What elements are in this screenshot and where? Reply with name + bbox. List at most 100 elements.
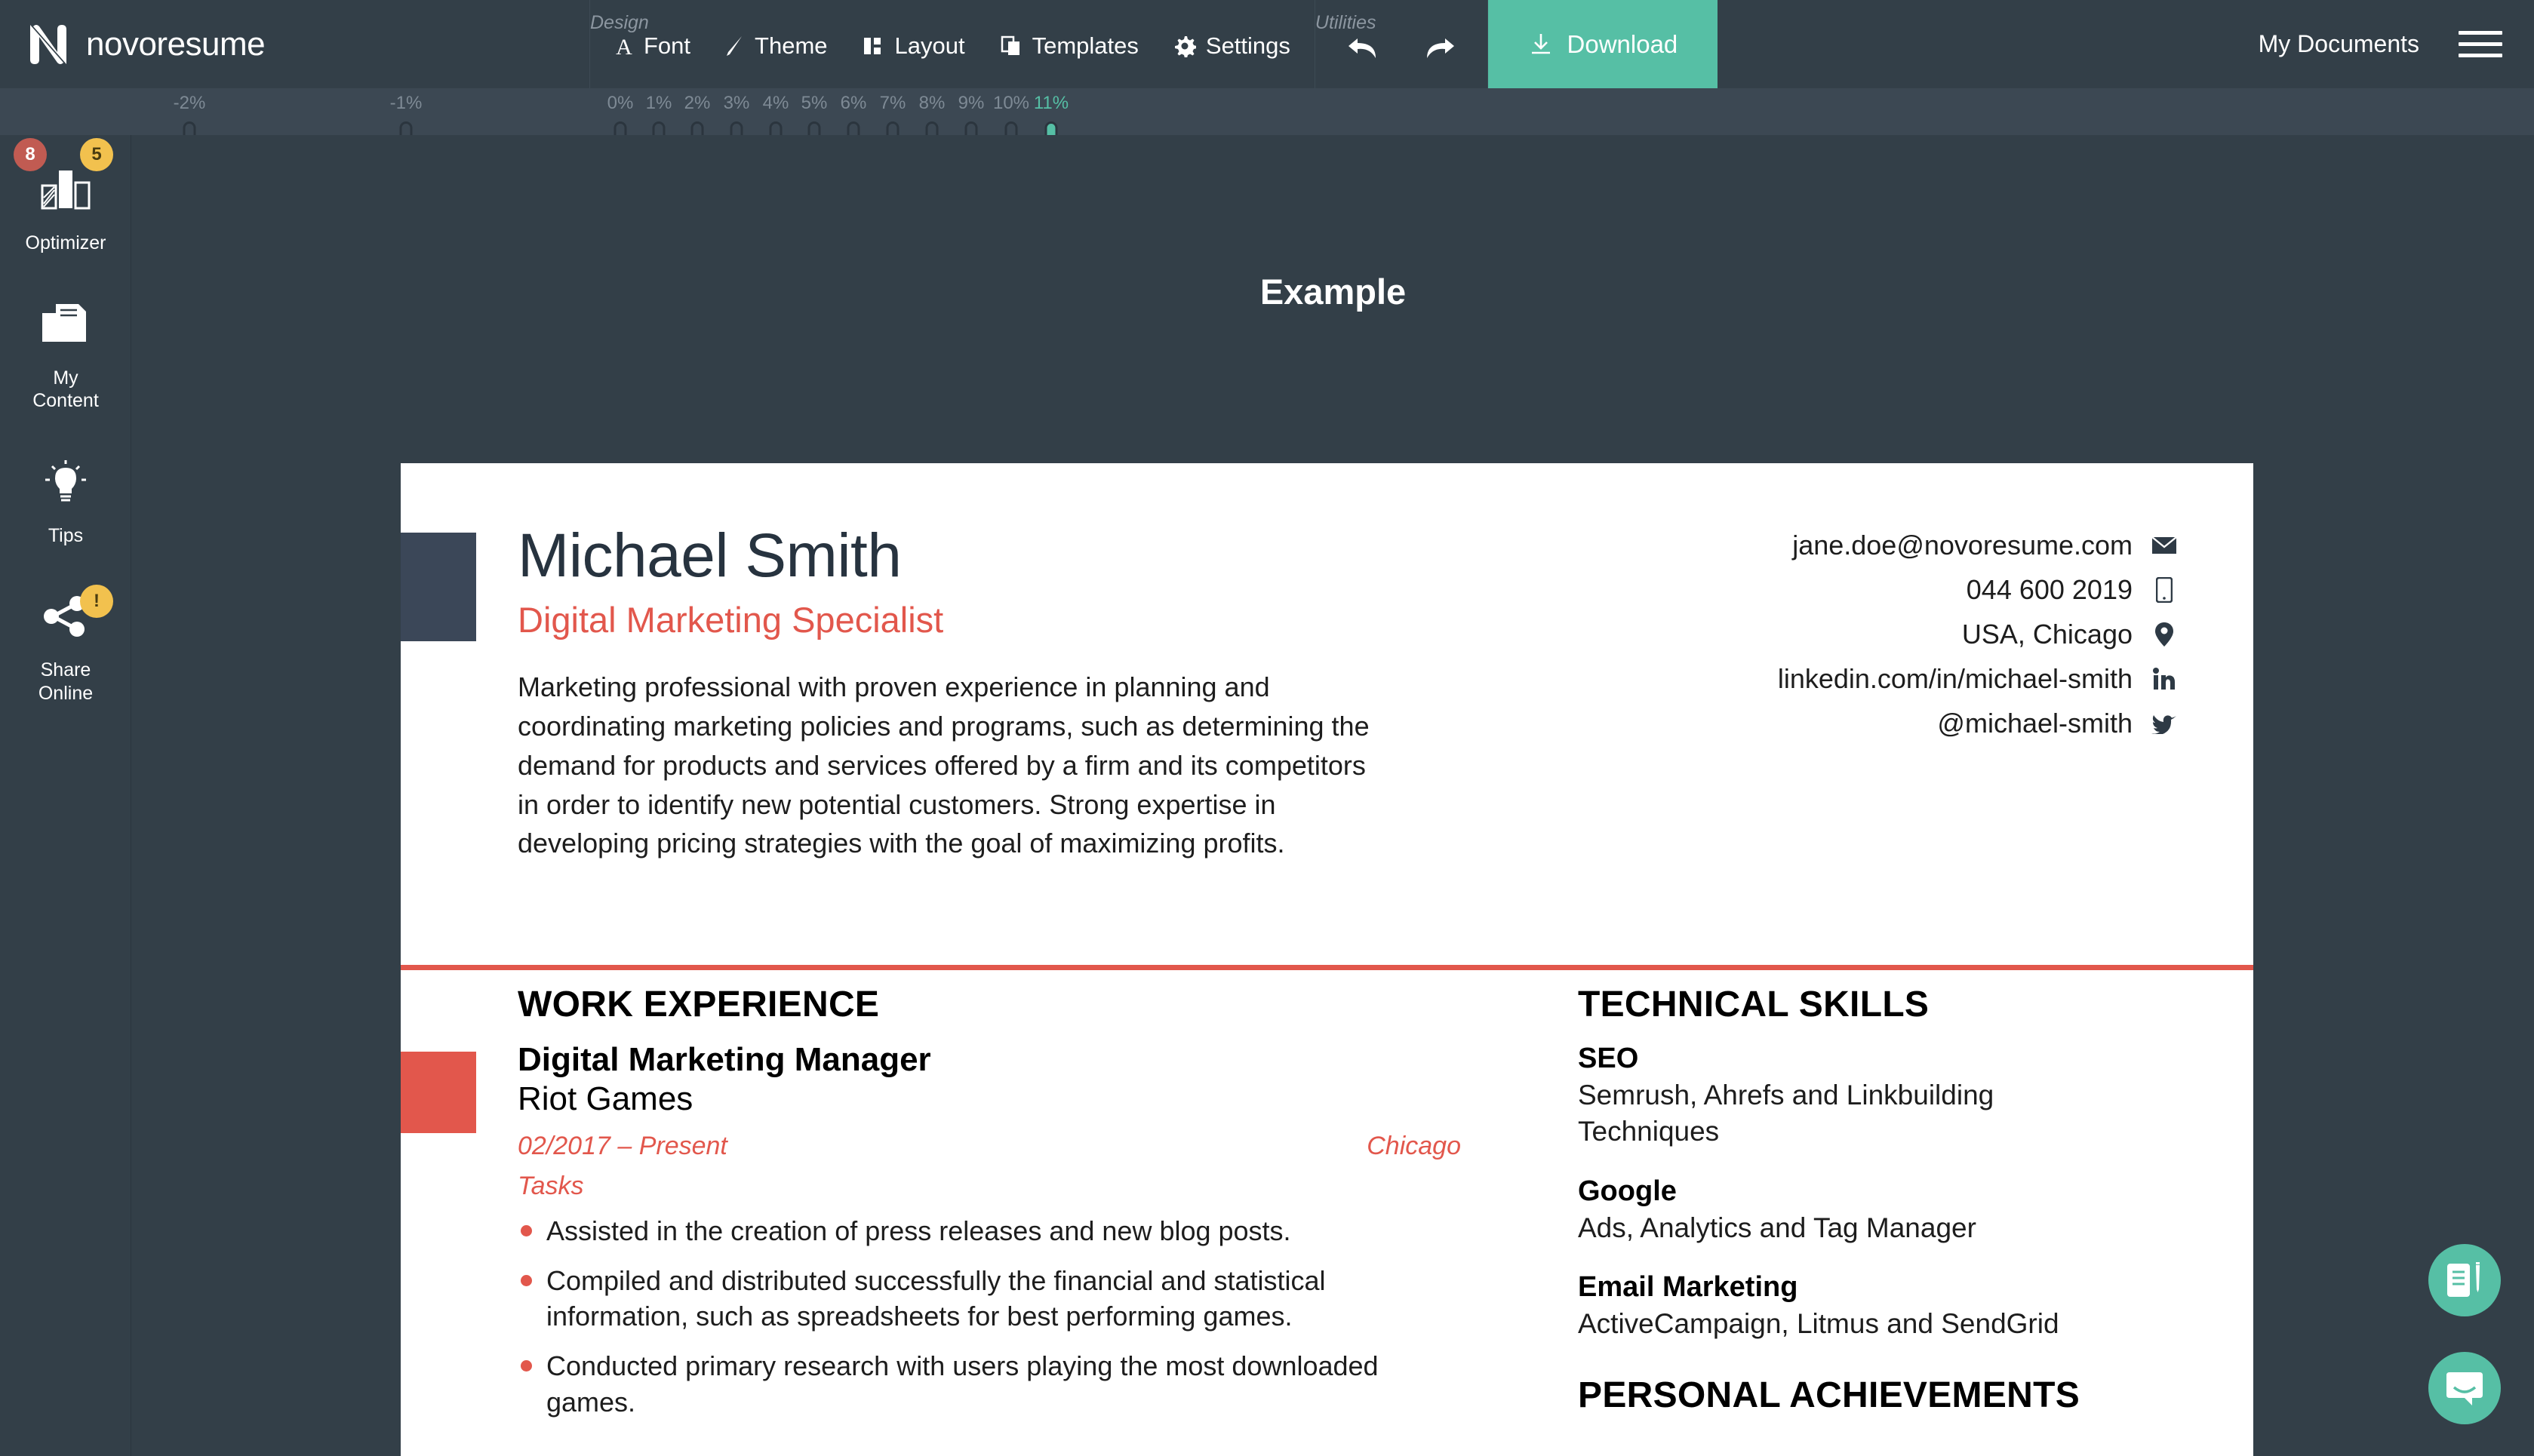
gear-icon bbox=[1174, 36, 1196, 57]
utilities-group-label: Utilities bbox=[1315, 12, 1376, 33]
resume-job-title[interactable]: Digital Marketing Specialist bbox=[518, 599, 1461, 640]
ruler-tick-label: 1% bbox=[645, 93, 672, 113]
contact-row-location[interactable]: USA, Chicago bbox=[1778, 619, 2178, 650]
resume-name[interactable]: Michael Smith bbox=[518, 523, 1461, 588]
edit-document-fab[interactable] bbox=[2428, 1244, 2501, 1316]
skill-name: Google bbox=[1578, 1175, 1677, 1207]
menu-item-font[interactable]: A Font bbox=[614, 32, 690, 60]
templates-stack-icon bbox=[1001, 35, 1019, 55]
design-group-label: Design bbox=[590, 12, 649, 33]
sidebar-item-my-content-label: My Content bbox=[32, 367, 99, 412]
brand-logo-area[interactable]: novoresume bbox=[0, 0, 590, 88]
folder-document-icon bbox=[39, 290, 92, 359]
job-location[interactable]: Chicago bbox=[1367, 1132, 1461, 1161]
contact-row-email[interactable]: jane.doe@novoresume.com bbox=[1778, 530, 2178, 561]
list-item[interactable]: Compiled and distributed successfully th… bbox=[518, 1263, 1461, 1335]
menu-item-templates-label: Templates bbox=[1032, 32, 1139, 59]
skill-description: Ads, Analytics and Tag Manager bbox=[1578, 1212, 1976, 1243]
sidebar-item-optimizer[interactable]: 8 5 Optimizer bbox=[0, 138, 131, 255]
skill-group-google[interactable]: Google Ads, Analytics and Tag Manager bbox=[1578, 1173, 2253, 1246]
twitter-bird-icon bbox=[2151, 713, 2178, 734]
brush-icon bbox=[727, 36, 743, 56]
ruler-tick-label: 10% bbox=[992, 93, 1030, 113]
contact-row-linkedin[interactable]: linkedin.com/in/michael-smith bbox=[1778, 663, 2178, 695]
header-accent-block bbox=[401, 533, 476, 641]
job-position[interactable]: Digital Marketing Manager bbox=[518, 1040, 1578, 1080]
menu-item-templates[interactable]: Templates bbox=[1000, 32, 1139, 60]
download-button[interactable]: Download bbox=[1487, 0, 1718, 88]
resume-body: WORK EXPERIENCE Digital Marketing Manage… bbox=[401, 984, 2253, 1434]
ruler-tick-label: 4% bbox=[762, 93, 789, 113]
ruler-tick-label: 11% bbox=[1033, 93, 1069, 113]
ruler-tick-label: 9% bbox=[958, 93, 985, 113]
redo-arrow-icon[interactable] bbox=[1424, 35, 1456, 61]
chat-bubble-icon bbox=[2446, 1372, 2483, 1405]
job-bullet-list: Assisted in the creation of press releas… bbox=[518, 1213, 1578, 1421]
menu-item-layout-label: Layout bbox=[894, 32, 965, 59]
technical-skills-heading: TECHNICAL SKILLS bbox=[1578, 984, 1930, 1024]
optimizer-badge-warnings: 5 bbox=[80, 138, 113, 171]
contact-twitter-text: @michael-smith bbox=[1937, 708, 2133, 739]
undo-arrow-icon[interactable] bbox=[1347, 35, 1379, 61]
optimizer-badge-errors: 8 bbox=[14, 138, 47, 171]
work-experience-heading: WORK EXPERIENCE bbox=[518, 984, 880, 1024]
topbar-right-area: My Documents bbox=[1718, 0, 2534, 88]
skill-group-seo[interactable]: SEO Semrush, Ahrefs and Linkbuilding Tec… bbox=[1578, 1040, 2253, 1150]
resume-page[interactable]: Michael Smith Digital Marketing Speciali… bbox=[401, 463, 2253, 1456]
layout-columns-icon bbox=[863, 38, 881, 54]
list-item[interactable]: Assisted in the creation of press releas… bbox=[518, 1213, 1461, 1249]
lightbulb-icon bbox=[42, 447, 90, 517]
skill-group-email-marketing[interactable]: Email Marketing ActiveCampaign, Litmus a… bbox=[1578, 1269, 2253, 1342]
document-title[interactable]: Example bbox=[132, 271, 2534, 312]
job-company[interactable]: Riot Games bbox=[518, 1080, 1578, 1120]
job-meta: 02/2017 – Present Chicago bbox=[518, 1132, 1461, 1161]
ruler-tick-label: 2% bbox=[684, 93, 711, 113]
contact-list: jane.doe@novoresume.com 044 600 2019 USA… bbox=[1778, 530, 2178, 739]
ruler-tick-label: 8% bbox=[918, 93, 946, 113]
left-sidebar: 8 5 Optimizer My Content Tips ! Share On… bbox=[0, 135, 131, 1456]
menu-item-layout[interactable]: Layout bbox=[863, 32, 965, 60]
mobile-phone-icon bbox=[2151, 577, 2178, 603]
linkedin-icon bbox=[2151, 668, 2178, 690]
ruler-tick-label: 3% bbox=[723, 93, 750, 113]
menu-item-theme[interactable]: Theme bbox=[725, 32, 828, 60]
contact-row-phone[interactable]: 044 600 2019 bbox=[1778, 574, 2178, 606]
personal-achievements-heading: PERSONAL ACHIEVEMENTS bbox=[1578, 1375, 2080, 1415]
ruler-tick-label: 5% bbox=[801, 93, 828, 113]
my-documents-link[interactable]: My Documents bbox=[2259, 30, 2419, 58]
document-pencil-icon bbox=[2447, 1262, 2480, 1297]
ruler-tick-label: -1% bbox=[389, 93, 423, 113]
tasks-label: Tasks bbox=[518, 1171, 584, 1200]
ruler-tick-label: 0% bbox=[607, 93, 634, 113]
hamburger-menu-icon[interactable] bbox=[2459, 31, 2502, 57]
chat-support-fab[interactable] bbox=[2428, 1352, 2501, 1424]
download-icon bbox=[1531, 33, 1550, 54]
zoom-ruler[interactable]: -2% -1% 0% 1% 2% 3% 4% 5% 6% 7% 8% 9% 10% 11% bbox=[0, 88, 2534, 147]
ruler-tick-label: 7% bbox=[879, 93, 906, 113]
ruler-tick-label: -2% bbox=[173, 93, 206, 113]
menu-item-settings[interactable]: Settings bbox=[1173, 32, 1290, 60]
work-accent-block bbox=[401, 1052, 476, 1133]
svg-text:A: A bbox=[616, 35, 632, 57]
resume-summary[interactable]: Marketing professional with proven exper… bbox=[518, 668, 1370, 863]
resume-header: Michael Smith Digital Marketing Speciali… bbox=[401, 463, 2253, 965]
resume-identity: Michael Smith Digital Marketing Speciali… bbox=[518, 523, 1461, 863]
email-envelope-icon bbox=[2151, 536, 2178, 554]
job-dates[interactable]: 02/2017 – Present bbox=[518, 1132, 727, 1161]
sidebar-item-my-content[interactable]: My Content bbox=[0, 290, 131, 413]
design-menu-group: Design A Font Theme Layout Templates Set… bbox=[590, 0, 1315, 88]
skill-name: Email Marketing bbox=[1578, 1271, 1798, 1304]
document-canvas: Example Michael Smith Digital Marketing … bbox=[132, 135, 2534, 1456]
contact-phone-text: 044 600 2019 bbox=[1966, 574, 2133, 605]
sidebar-item-tips-label: Tips bbox=[48, 524, 84, 546]
brand-name: novoresume bbox=[86, 25, 266, 63]
sidebar-item-tips[interactable]: Tips bbox=[0, 447, 131, 548]
share-badge-alert: ! bbox=[80, 585, 113, 618]
contact-row-twitter[interactable]: @michael-smith bbox=[1778, 708, 2178, 739]
contact-email-text: jane.doe@novoresume.com bbox=[1792, 530, 2133, 561]
sidebar-item-share-online[interactable]: ! Share Online bbox=[0, 582, 131, 705]
skill-name: SEO bbox=[1578, 1043, 1639, 1074]
list-item[interactable]: Conducted primary research with users pl… bbox=[518, 1348, 1461, 1421]
menu-item-settings-label: Settings bbox=[1205, 32, 1290, 59]
sidebar-item-optimizer-label: Optimizer bbox=[25, 232, 106, 253]
